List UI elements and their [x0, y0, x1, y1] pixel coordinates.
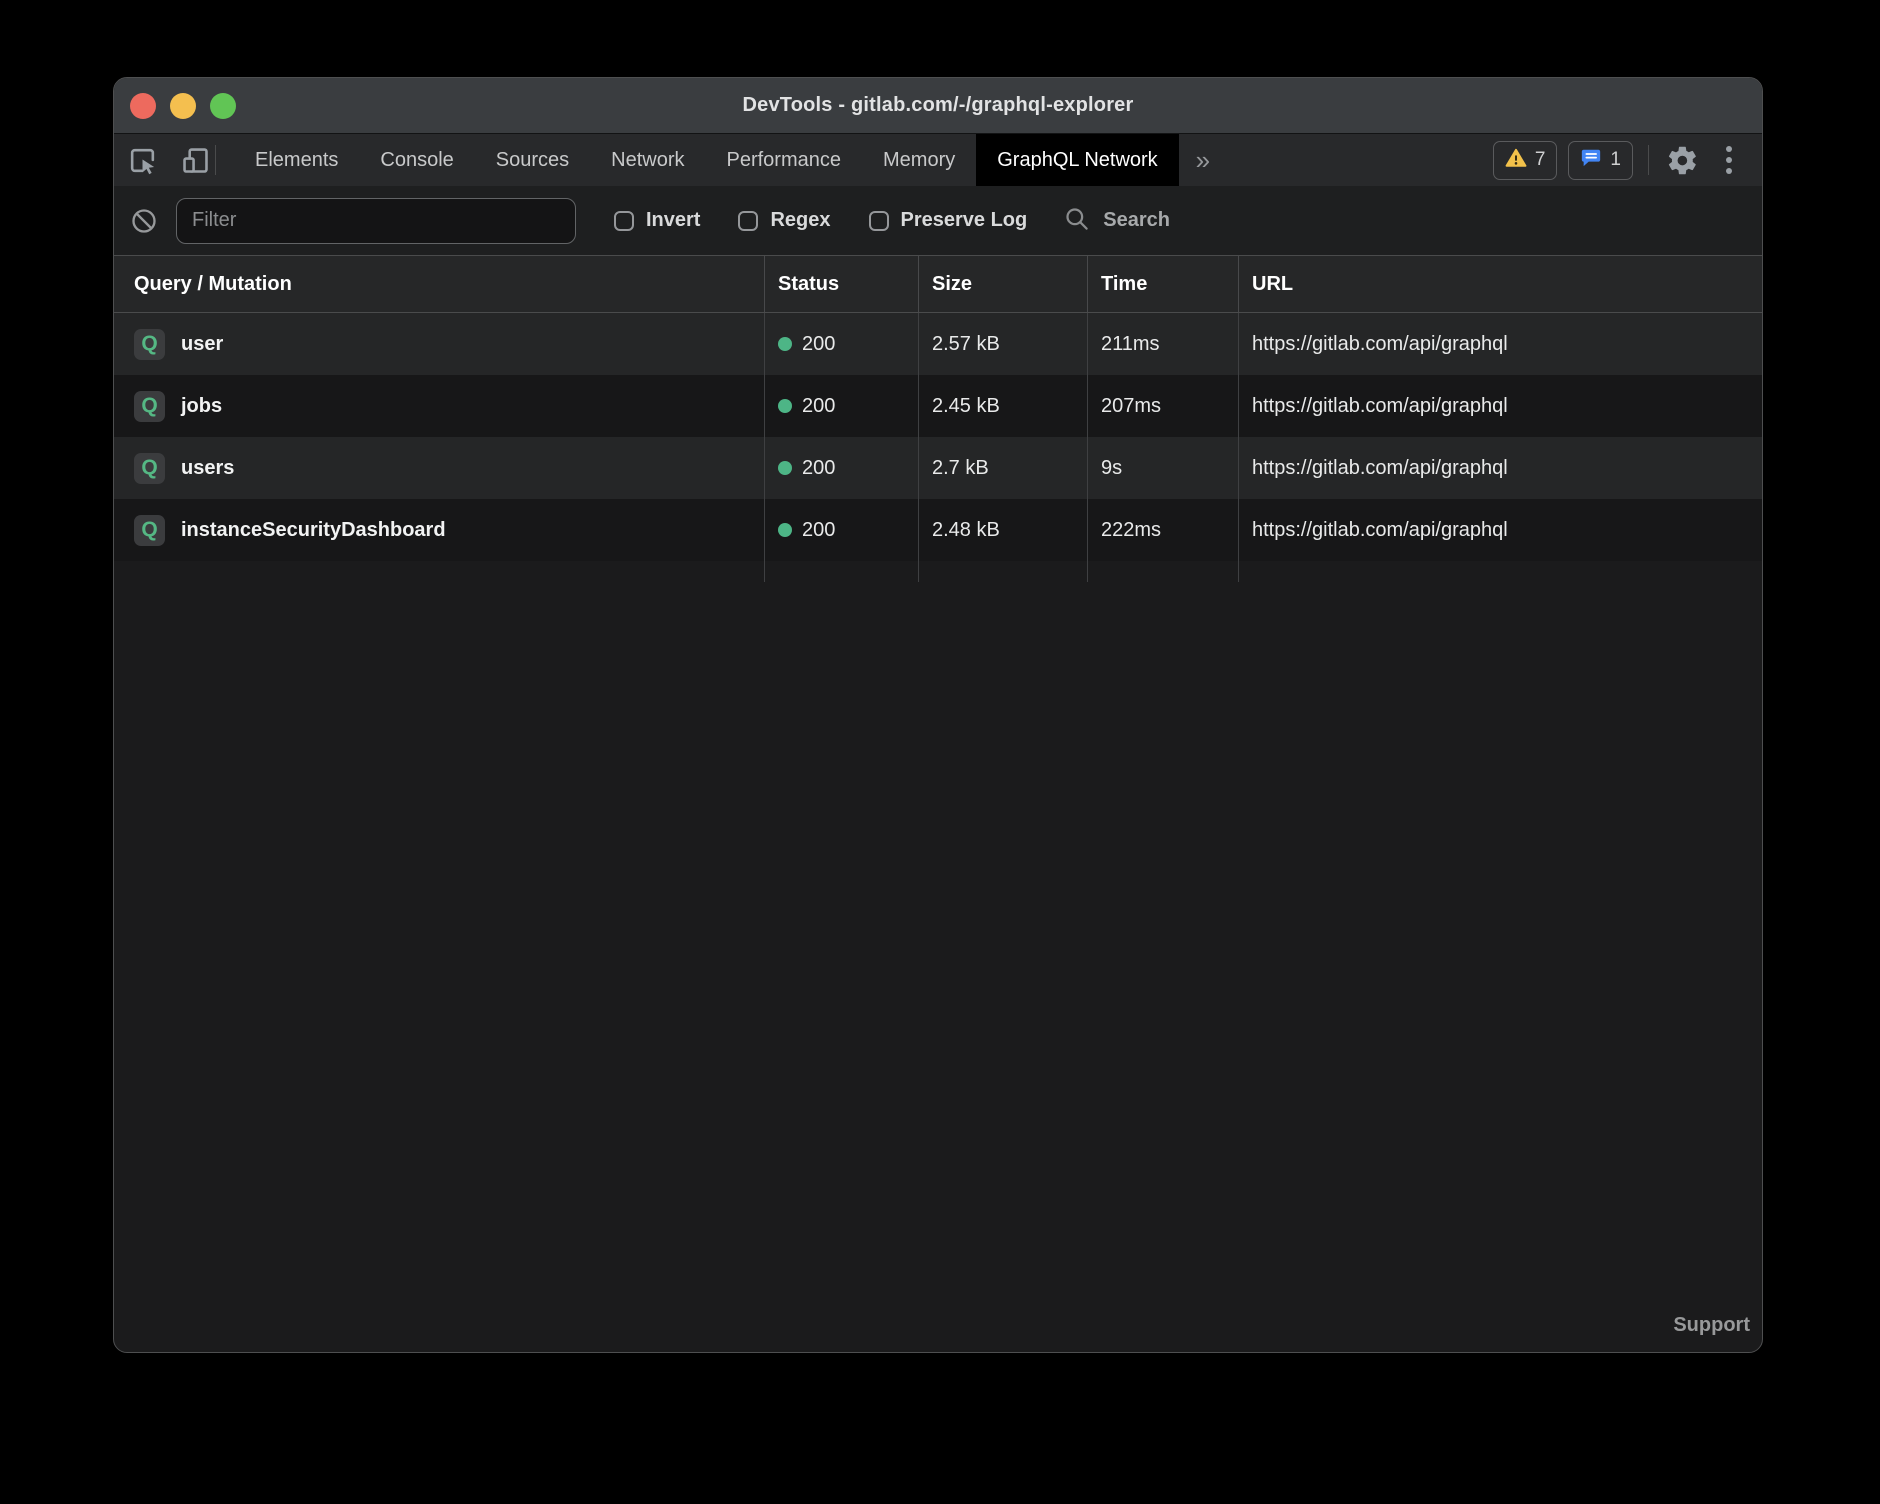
device-toolbar-icon[interactable] [180, 145, 211, 176]
regex-checkbox-group[interactable]: Regex [738, 209, 830, 232]
size-cell: 2.7 kB [918, 437, 1087, 499]
window-controls [130, 78, 236, 133]
table-row[interactable]: Q instanceSecurityDashboard 200 2.48 kB … [114, 499, 1762, 561]
issues-badge[interactable]: 1 [1568, 141, 1633, 180]
issue-count: 1 [1610, 149, 1621, 171]
close-window-button[interactable] [130, 93, 156, 119]
query-cell: Q jobs [114, 375, 764, 437]
query-type-badge: Q [134, 453, 165, 484]
url-cell: https://gitlab.com/api/graphql [1238, 437, 1762, 499]
column-header-query[interactable]: Query / Mutation [114, 256, 764, 312]
time-cell: 9s [1087, 437, 1238, 499]
search-label: Search [1103, 209, 1170, 232]
status-code: 200 [802, 395, 835, 418]
empty-panel-area [114, 582, 1762, 1314]
preserve-log-checkbox[interactable] [869, 211, 889, 231]
toolbar-left-icons [114, 134, 211, 186]
size-cell: 2.45 kB [918, 375, 1087, 437]
status-ok-dot-icon [778, 523, 792, 537]
time-cell: 222ms [1087, 499, 1238, 561]
footer: Support [114, 1314, 1762, 1352]
preserve-log-label: Preserve Log [901, 209, 1028, 232]
status-ok-dot-icon [778, 461, 792, 475]
warnings-badge[interactable]: 7 [1493, 141, 1558, 180]
table-row[interactable]: Q users 200 2.7 kB 9s https://gitlab.com… [114, 437, 1762, 499]
panel-tabs: Elements Console Sources Network Perform… [234, 134, 1227, 186]
table-row[interactable]: Q user 200 2.57 kB 211ms https://gitlab.… [114, 313, 1762, 375]
tab-network[interactable]: Network [590, 134, 705, 186]
query-type-badge: Q [134, 391, 165, 422]
time-cell: 211ms [1087, 313, 1238, 375]
table-header: Query / Mutation Status Size Time URL [114, 256, 1762, 313]
warning-icon [1505, 147, 1527, 174]
search-button[interactable]: Search [1063, 205, 1170, 237]
inspect-element-icon[interactable] [127, 145, 158, 176]
invert-checkbox-group[interactable]: Invert [614, 209, 700, 232]
time-cell: 207ms [1087, 375, 1238, 437]
status-cell: 200 [764, 375, 918, 437]
toolbar-right-icons: 7 1 [1493, 134, 1762, 186]
query-name: instanceSecurityDashboard [181, 519, 446, 542]
regex-label: Regex [770, 209, 830, 232]
status-cell: 200 [764, 499, 918, 561]
query-cell: Q user [114, 313, 764, 375]
status-cell: 200 [764, 313, 918, 375]
status-code: 200 [802, 519, 835, 542]
status-ok-dot-icon [778, 337, 792, 351]
tab-performance[interactable]: Performance [706, 134, 863, 186]
url-cell: https://gitlab.com/api/graphql [1238, 499, 1762, 561]
invert-checkbox[interactable] [614, 211, 634, 231]
query-type-badge: Q [134, 515, 165, 546]
status-code: 200 [802, 457, 835, 480]
devtools-window: DevTools - gitlab.com/-/graphql-explorer… [113, 77, 1763, 1353]
clear-block-icon[interactable] [128, 205, 159, 236]
issues-message-icon [1580, 147, 1602, 174]
url-cell: https://gitlab.com/api/graphql [1238, 313, 1762, 375]
table-row[interactable]: Q jobs 200 2.45 kB 207ms https://gitlab.… [114, 375, 1762, 437]
tab-graphql-network[interactable]: GraphQL Network [976, 134, 1178, 186]
column-header-status[interactable]: Status [764, 256, 918, 312]
query-cell: Q instanceSecurityDashboard [114, 499, 764, 561]
settings-gear-icon[interactable] [1664, 142, 1700, 178]
toolbar-right-divider [1648, 145, 1649, 175]
query-type-badge: Q [134, 329, 165, 360]
size-cell: 2.57 kB [918, 313, 1087, 375]
kebab-menu-icon[interactable] [1711, 142, 1747, 178]
status-code: 200 [802, 333, 835, 356]
filter-input[interactable] [176, 198, 576, 244]
status-ok-dot-icon [778, 399, 792, 413]
zoom-window-button[interactable] [210, 93, 236, 119]
url-cell: https://gitlab.com/api/graphql [1238, 375, 1762, 437]
column-header-url[interactable]: URL [1238, 256, 1762, 312]
size-cell: 2.48 kB [918, 499, 1087, 561]
query-name: user [181, 333, 223, 356]
column-header-time[interactable]: Time [1087, 256, 1238, 312]
column-header-size[interactable]: Size [918, 256, 1087, 312]
regex-checkbox[interactable] [738, 211, 758, 231]
tab-sources[interactable]: Sources [475, 134, 590, 186]
query-name: jobs [181, 395, 222, 418]
tab-memory[interactable]: Memory [862, 134, 976, 186]
invert-label: Invert [646, 209, 700, 232]
preserve-log-checkbox-group[interactable]: Preserve Log [869, 209, 1028, 232]
window-title: DevTools - gitlab.com/-/graphql-explorer [742, 94, 1133, 117]
column-separator-stub [114, 561, 1762, 582]
titlebar: DevTools - gitlab.com/-/graphql-explorer [114, 78, 1762, 134]
more-tabs-chevron-icon[interactable]: » [1179, 134, 1227, 186]
search-icon [1063, 205, 1090, 237]
warning-count: 7 [1535, 149, 1546, 171]
tab-elements[interactable]: Elements [234, 134, 359, 186]
toolbar-divider [215, 145, 216, 175]
status-cell: 200 [764, 437, 918, 499]
query-cell: Q users [114, 437, 764, 499]
query-name: users [181, 457, 234, 480]
tab-console[interactable]: Console [359, 134, 474, 186]
support-link[interactable]: Support [1673, 1314, 1750, 1337]
devtools-tabbar: Elements Console Sources Network Perform… [114, 134, 1762, 186]
minimize-window-button[interactable] [170, 93, 196, 119]
filter-bar: Invert Regex Preserve Log Search [114, 186, 1762, 256]
